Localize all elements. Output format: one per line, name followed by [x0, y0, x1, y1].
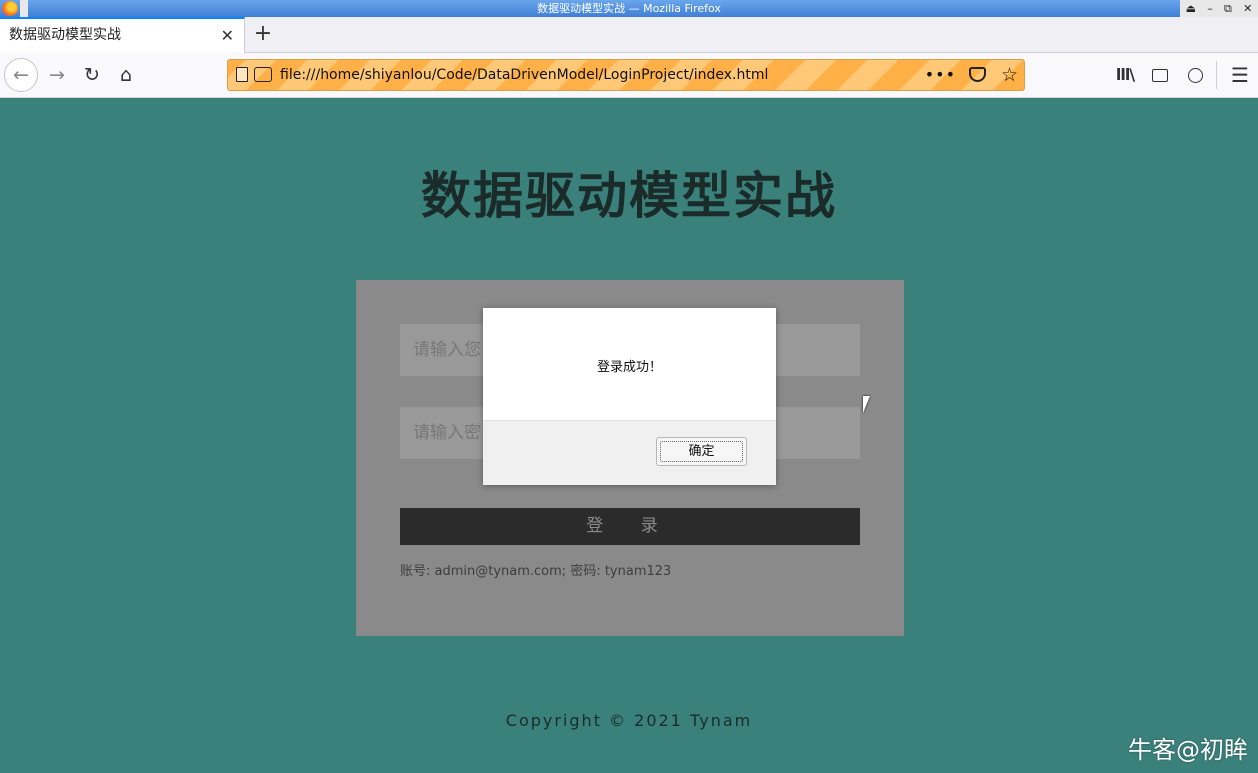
- minimize-icon[interactable]: –: [1207, 0, 1213, 17]
- tab-label: 数据驱动模型实战: [9, 27, 121, 43]
- tab-close-icon[interactable]: ✕: [221, 19, 234, 52]
- reload-button[interactable]: ↻: [76, 59, 108, 91]
- window-controls: ⏏ – ⧉ ✕: [1180, 0, 1258, 17]
- mouse-cursor-icon: [863, 396, 870, 413]
- bookmark-star-icon[interactable]: ☆: [1001, 60, 1018, 90]
- copyright-footer: Copyright © 2021 Tynam: [505, 711, 753, 730]
- window-titlebar: 数据驱动模型实战 — Mozilla Firefox ⏏ – ⧉ ✕: [0, 0, 1258, 17]
- pocket-icon[interactable]: [969, 67, 986, 82]
- library-icon[interactable]: lll\: [1110, 59, 1140, 91]
- watermark: 牛客@初眸: [1128, 736, 1248, 764]
- home-button[interactable]: ⌂: [110, 59, 142, 91]
- navigation-toolbar: ← → ↻ ⌂ file:///home/shiyanlou/Code/Data…: [0, 53, 1258, 98]
- new-tab-button[interactable]: +: [252, 19, 274, 49]
- page-icon: [236, 67, 248, 82]
- menu-icon[interactable]: ☰: [1225, 59, 1255, 91]
- tab-bar: 数据驱动模型实战 ✕ +: [0, 17, 1258, 53]
- login-button[interactable]: 登 录: [400, 508, 860, 545]
- window-title: 数据驱动模型实战 — Mozilla Firefox: [537, 2, 721, 15]
- titlebar-divider: [20, 0, 28, 17]
- sidebar-icon[interactable]: [1145, 59, 1175, 91]
- url-text[interactable]: file:///home/shiyanlou/Code/DataDrivenMo…: [280, 60, 768, 90]
- eject-icon[interactable]: ⏏: [1186, 0, 1196, 17]
- tab-active[interactable]: 数据驱动模型实战 ✕: [0, 17, 245, 53]
- credentials-hint: 账号: admin@tynam.com; 密码: tynam123: [400, 564, 672, 579]
- alert-message: 登录成功！: [596, 360, 662, 375]
- restore-icon[interactable]: ⧉: [1224, 0, 1232, 17]
- remote-control-icon[interactable]: [254, 67, 272, 82]
- ok-button[interactable]: 确定: [656, 437, 747, 466]
- toolbar-separator: [1216, 61, 1217, 89]
- back-button[interactable]: ←: [4, 58, 38, 92]
- page-title: 数据驱动模型实战: [421, 167, 837, 225]
- forward-button[interactable]: →: [41, 59, 73, 91]
- alert-dialog: 登录成功！ 确定: [483, 308, 776, 485]
- page-actions-icon[interactable]: •••: [925, 60, 956, 90]
- url-bar[interactable]: file:///home/shiyanlou/Code/DataDrivenMo…: [227, 59, 1025, 91]
- account-icon[interactable]: [1180, 59, 1210, 91]
- firefox-logo-icon: [2, 1, 18, 16]
- close-window-icon[interactable]: ✕: [1243, 0, 1252, 17]
- alert-footer: 确定: [483, 420, 776, 485]
